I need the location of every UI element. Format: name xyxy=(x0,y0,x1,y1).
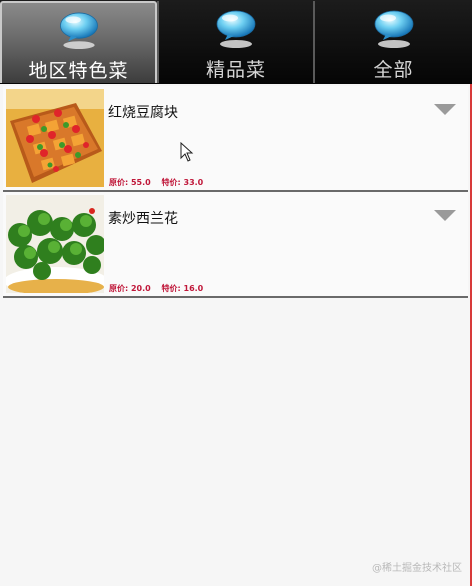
speech-bubble-icon xyxy=(374,10,413,48)
dish-name: 红烧豆腐块 xyxy=(108,105,178,121)
tab-label: 地区特色菜 xyxy=(28,60,129,82)
tofu-dish-image xyxy=(6,89,104,187)
tab-bar: 地区特色菜 精品菜 全部 xyxy=(0,0,472,84)
speech-bubble-icon xyxy=(59,12,98,50)
tab-regional-specialties[interactable]: 地区特色菜 xyxy=(0,1,157,83)
tab-premium-dishes[interactable]: 精品菜 xyxy=(157,1,313,83)
broccoli-dish-image xyxy=(6,195,104,293)
original-price: 原价: 20.0 xyxy=(109,284,151,293)
original-price: 原价: 55.0 xyxy=(109,178,151,187)
watermark: @稀土掘金技术社区 xyxy=(372,563,462,574)
list-item[interactable]: 红烧豆腐块 原价: 55.0 特价: 33.0 xyxy=(3,86,468,192)
expand-arrow-icon[interactable] xyxy=(434,104,456,116)
price-line: 原价: 55.0 特价: 33.0 xyxy=(109,177,203,188)
tab-all[interactable]: 全部 xyxy=(313,1,472,83)
tab-label: 全部 xyxy=(373,59,414,81)
expand-arrow-icon[interactable] xyxy=(434,210,456,222)
list-item[interactable]: 素炒西兰花 原价: 20.0 特价: 16.0 xyxy=(3,192,468,298)
mouse-pointer-icon xyxy=(180,142,194,162)
price-line: 原价: 20.0 特价: 16.0 xyxy=(109,283,203,294)
special-price: 特价: 33.0 xyxy=(161,178,204,187)
speech-bubble-icon xyxy=(216,10,256,48)
dish-list: 红烧豆腐块 原价: 55.0 特价: 33.0 素炒西兰花 原价: 20.0 特… xyxy=(3,86,468,298)
special-price: 特价: 16.0 xyxy=(161,284,204,293)
dish-name: 素炒西兰花 xyxy=(108,211,178,227)
tab-label: 精品菜 xyxy=(205,59,266,81)
